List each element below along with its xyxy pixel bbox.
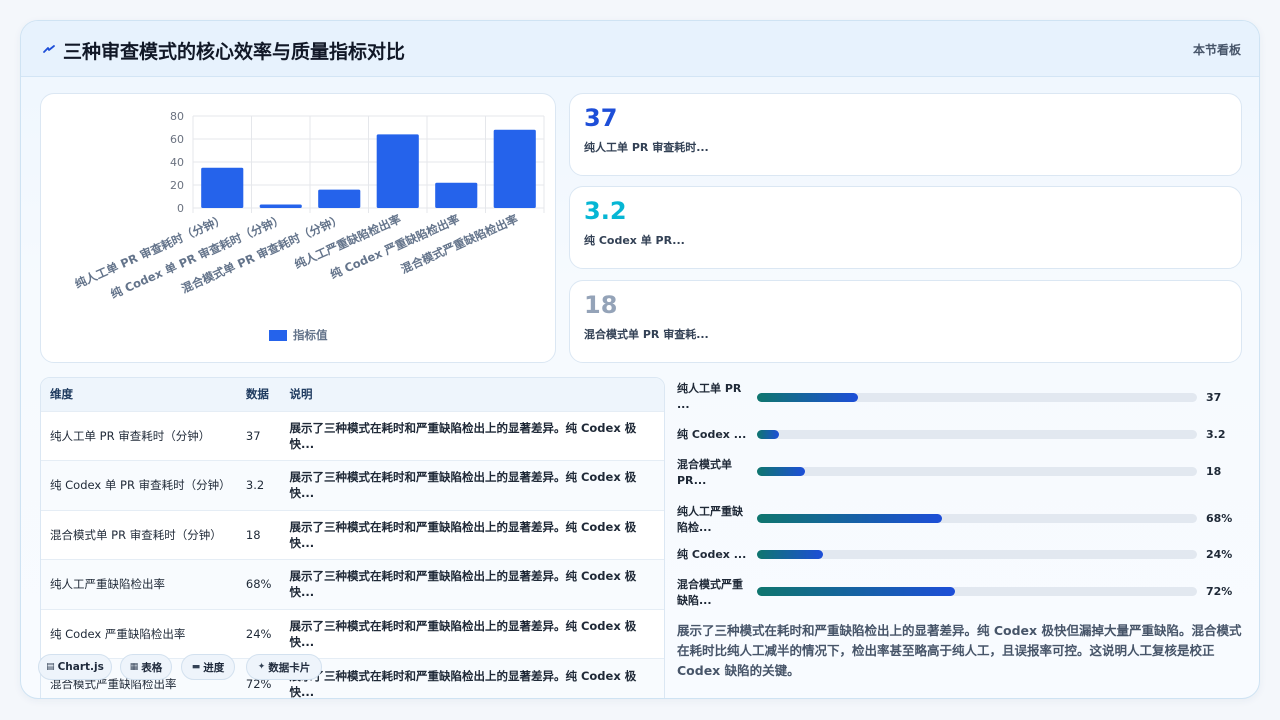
progress-track [757,430,1197,439]
progress-icon: ▬ [191,662,201,672]
lightning-icon [43,45,55,53]
column-header-description: 说明 [289,387,313,402]
progress-fill [757,467,806,476]
cell-dimension: 纯人工单 PR 审查耗时（分钟） [41,410,237,461]
y-tick-label: 80 [170,110,184,123]
cell-value: 18 [236,509,281,560]
chip-data-cards[interactable]: ✦ 数据卡片 [246,654,322,680]
chip-label: 进度 [203,661,225,674]
bar [376,134,419,208]
dashboard-card: 三种审查模式的核心效率与质量指标对比 本节看板 0 20 40 60 80 纯人工单 PR… [20,20,1260,699]
progress-value: 72% [1206,585,1233,598]
page-title: 三种审查模式的核心效率与质量指标对比 [63,41,406,63]
stat-label: 纯人工单 PR 审查耗时... [584,141,709,154]
column-header-dimension: 维度 [50,387,73,402]
stat-value: 3.2 [584,197,627,225]
summary-text: 展示了三种模式在耗时和严重缺陷检出上的显著差异。纯 Codex 极快但漏掉大量严… [677,623,1242,678]
bar [318,189,361,208]
chip-chartjs[interactable]: ▤ Chart.js [38,654,112,680]
progress-fill [757,430,779,439]
table-row: 纯 Codex 单 PR 审查耗时（分钟） 3.2 展示了三种模式在耗时和严重缺… [41,460,664,510]
progress-track [757,587,1197,596]
cell-value: 3.2 [236,460,281,510]
progress-track [757,467,1197,476]
y-tick-label: 40 [170,156,184,169]
bar [493,129,536,208]
stat-label: 混合模式单 PR 审查耗... [584,328,709,341]
data-table-panel: 维度 数据 说明 纯人工单 PR 审查耗时（分钟） 37 展示了三种模式在耗时和… [40,377,665,698]
cell-description: 展示了三种模式在耗时和严重缺陷检出上的显著差异。纯 Codex 极快... [280,658,664,698]
cell-value: 37 [236,410,281,461]
column-header-data: 数据 [245,387,269,402]
chip-progress[interactable]: ▬ 进度 [181,654,235,680]
table-row: 纯人工严重缺陷检出率 68% 展示了三种模式在耗时和严重缺陷检出上的显著差异。纯… [41,559,664,609]
bar [259,204,302,208]
chip-table[interactable]: ▦ 表格 [120,654,172,680]
cell-value: 68% [236,559,281,609]
stat-card: 18 混合模式单 PR 审查耗... [569,280,1242,363]
table-icon: ▦ [129,662,139,672]
cell-description: 展示了三种模式在耗时和严重缺陷检出上的显著差异。纯 Codex 极快... [280,410,664,461]
stat-value: 18 [584,291,618,319]
progress-fill [757,514,942,523]
progress-fill [757,550,823,559]
stat-card: 37 纯人工单 PR 审查耗时... [569,93,1242,176]
chip-label: 表格 [141,661,163,674]
progress-track [757,514,1197,523]
progress-value: 37 [1206,391,1222,404]
progress-label: 纯人工严重缺陷检... [677,505,743,534]
cell-value: 24% [236,608,281,659]
bar [201,167,244,208]
cell-description: 展示了三种模式在耗时和严重缺陷检出上的显著差异。纯 Codex 极快... [280,559,664,609]
section-board-label: 本节看板 [1192,43,1241,57]
bar-chart: 020406080纯人工单 PR 审查耗时（分钟）纯 Codex 单 PR 审查… [73,110,545,342]
progress-fill [757,587,955,596]
data-table: 维度 数据 说明 纯人工单 PR 审查耗时（分钟） 37 展示了三种模式在耗时和… [41,378,664,698]
cell-description: 展示了三种模式在耗时和严重缺陷检出上的显著差异。纯 Codex 极快... [280,460,664,510]
section-header: 三种审查模式的核心效率与质量指标对比 本节看板 [21,21,1259,77]
table-row: 纯 Codex 严重缺陷检出率 24% 展示了三种模式在耗时和严重缺陷检出上的显… [41,608,664,659]
y-tick-label: 60 [170,133,184,146]
chip-label: Chart.js [57,661,104,673]
progress-label: 纯人工单 PR ... [677,382,742,411]
chip-label: 数据卡片 [268,661,311,674]
progress-track [757,393,1197,402]
sparkle-icon: ✦ [257,662,266,672]
legend-swatch [269,330,287,341]
cell-dimension: 纯人工严重缺陷检出率 [41,559,237,609]
table-row: 混合模式单 PR 审查耗时（分钟） 18 展示了三种模式在耗时和严重缺陷检出上的… [41,509,664,560]
cell-description: 展示了三种模式在耗时和严重缺陷检出上的显著差异。纯 Codex 极快... [280,608,664,659]
cell-dimension: 纯 Codex 单 PR 审查耗时（分钟） [41,460,237,510]
cell-dimension: 混合模式单 PR 审查耗时（分钟） [41,509,237,560]
progress-fill [757,393,859,402]
table-row: 纯人工单 PR 审查耗时（分钟） 37 展示了三种模式在耗时和严重缺陷检出上的显… [41,410,664,461]
cell-description: 展示了三种模式在耗时和严重缺陷检出上的显著差异。纯 Codex 极快... [280,509,664,560]
bar [435,182,478,208]
progress-label: 混合模式严重缺陷... [677,578,743,607]
progress-label: 纯 Codex ... [677,428,747,441]
bar-chart-panel: 0 20 40 60 80 纯人工单 PR 审查耗时（分钟）纯 Codex 单 PR 审查… [40,93,556,363]
progress-value: 68% [1206,512,1233,525]
stat-value: 37 [584,104,618,132]
progress-value: 18 [1206,465,1222,478]
table-header-row: 维度 数据 说明 [41,378,664,411]
stat-card: 3.2 纯 Codex 单 PR... [569,186,1242,269]
progress-track [757,550,1197,559]
stat-label: 纯 Codex 单 PR... [584,234,685,247]
progress-label: 混合模式单 PR... [677,458,732,487]
progress-list: 纯人工单 PR ... 37 纯 Codex ... 3.2 混合模式单 PR.… [677,377,1247,607]
chart-icon: ▤ [46,662,55,672]
cell-dimension: 纯 Codex 严重缺陷检出率 [41,608,237,659]
progress-label: 纯 Codex ... [677,548,747,561]
legend-label: 指标值 [293,328,328,342]
progress-value: 24% [1206,548,1233,561]
progress-value: 3.2 [1206,428,1226,441]
y-tick-label: 20 [170,179,184,192]
y-tick-label: 0 [177,202,184,215]
